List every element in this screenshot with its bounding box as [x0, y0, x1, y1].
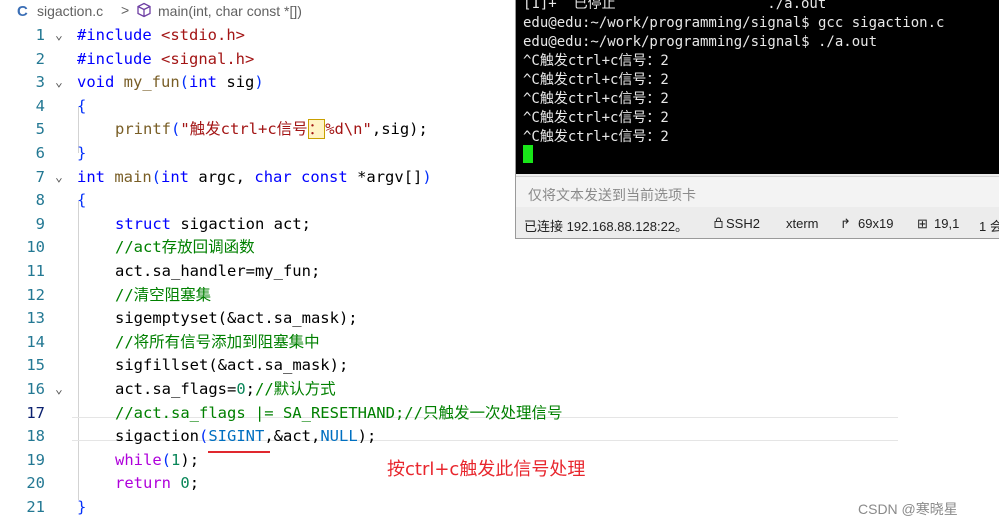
connection-status: 已连接 192.168.88.128:22。: [524, 219, 689, 234]
breadcrumb-file[interactable]: sigaction.c: [37, 3, 103, 19]
annotation-text: 按ctrl+c触发此信号处理: [387, 459, 586, 480]
code-comment: //act.sa_flags |= SA_RESETHAND;//只触发一次处理…: [115, 403, 563, 422]
terminal-screen[interactable]: [1]+ 已停止 ./a.out edu@edu:~/work/programm…: [516, 0, 999, 174]
terminal-line: ^C触发ctrl+c信号：2: [523, 110, 669, 126]
line-number: 11: [26, 262, 45, 280]
lock-icon: [714, 216, 723, 231]
code-line[interactable]: 21 }: [0, 496, 900, 520]
line-number: 8: [35, 191, 45, 210]
terminal-type: xterm: [786, 216, 819, 231]
code-line[interactable]: 15 sigfillset(&act.sa_mask);: [0, 354, 900, 378]
code-line[interactable]: 17 //act.sa_flags |= SA_RESETHAND;//只触发一…: [0, 402, 900, 426]
code-comment: //清空阻塞集: [115, 285, 212, 304]
line-number: 13: [26, 309, 45, 328]
protocol-label: SSH2: [726, 216, 760, 231]
line-number: 6: [35, 144, 45, 162]
include-header: <signal.h>: [161, 49, 255, 68]
function-name: my_fun: [123, 73, 180, 92]
line-number: 17: [26, 403, 45, 422]
code-line[interactable]: 14 //将所有信号添加到阻塞集中: [0, 331, 900, 355]
line-number: 12: [26, 285, 45, 304]
line-number: 16: [26, 380, 45, 398]
fold-chevron-icon[interactable]: ⌄: [55, 378, 63, 402]
terminal-line: edu@edu:~/work/programming/signal$ ./a.o…: [523, 34, 878, 50]
line-number: 10: [26, 238, 45, 257]
line-number: 9: [35, 214, 45, 233]
input-placeholder: 仅将文本发送到当前选项卡: [528, 188, 696, 204]
cursor-position-icon: ⊞: [917, 216, 928, 231]
code-line[interactable]: 10 //act存放回调函数: [0, 236, 900, 260]
terminal-window: [1]+ 已停止 ./a.out edu@edu:~/work/programm…: [515, 0, 999, 239]
fold-chevron-icon[interactable]: ⌄: [55, 71, 63, 95]
code-comment: //act存放回调函数: [115, 238, 255, 257]
preprocessor-directive: #include: [77, 26, 152, 44]
fold-chevron-icon[interactable]: ⌄: [55, 166, 63, 190]
preprocessor-directive: #include: [77, 49, 152, 68]
code-line[interactable]: 18 sigaction(SIGINT,&act,NULL);: [0, 425, 900, 449]
fold-chevron-icon[interactable]: ⌄: [55, 24, 63, 48]
macro-sigint: SIGINT: [208, 427, 265, 446]
line-number: 14: [26, 332, 45, 351]
terminal-line: ^C触发ctrl+c信号：2: [523, 72, 669, 88]
cursor-position: 19,1: [934, 216, 960, 231]
code-comment: //将所有信号添加到阻塞集中: [115, 332, 320, 351]
line-number: 21: [26, 498, 45, 516]
red-underline-annotation: [208, 451, 270, 453]
line-number: 1: [35, 26, 45, 44]
terminal-cursor: [523, 145, 533, 163]
terminal-line: ^C触发ctrl+c信号：2: [523, 53, 669, 69]
line-number: 15: [26, 356, 45, 375]
code-line[interactable]: 16 ⌄ act.sa_flags=0;//默认方式: [0, 378, 900, 402]
c-file-icon: C: [17, 3, 28, 20]
line-number: 4: [35, 96, 45, 115]
breadcrumb-symbol[interactable]: main(int, char const *[]): [158, 3, 302, 19]
chevron-right-icon: >: [121, 2, 130, 18]
cube-icon: [136, 2, 152, 21]
line-number: 19: [26, 450, 45, 469]
resize-icon: ↱: [840, 216, 851, 231]
highlighted-char: ：: [307, 119, 326, 140]
status-bar: 已连接 192.168.88.128:22。 SSH2 xterm ↱ 69x1…: [516, 207, 999, 238]
terminal-line: edu@edu:~/work/programming/signal$ gcc s…: [523, 15, 945, 31]
code-line[interactable]: 12 //清空阻塞集: [0, 284, 900, 308]
code-line[interactable]: 13 sigemptyset(&act.sa_mask);: [0, 307, 900, 331]
terminal-size: 69x19: [858, 216, 894, 231]
session-count: 1 会: [979, 219, 999, 234]
code-line[interactable]: 11 act.sa_handler=my_fun;: [0, 260, 900, 284]
terminal-line: ^C触发ctrl+c信号：2: [523, 129, 669, 145]
terminal-line: [1]+ 已停止 ./a.out: [523, 0, 827, 12]
line-number: 3: [35, 73, 45, 92]
line-number: 18: [26, 427, 45, 446]
function-name: main: [114, 167, 152, 186]
include-header: <stdio.h>: [161, 26, 245, 44]
line-number: 20: [26, 474, 45, 493]
line-number: 7: [35, 167, 45, 186]
send-to-tab-input[interactable]: 仅将文本发送到当前选项卡: [516, 176, 999, 207]
terminal-line: ^C触发ctrl+c信号：2: [523, 91, 669, 107]
watermark: CSDN @寒晓星: [858, 501, 958, 517]
line-number: 5: [35, 120, 45, 139]
line-number: 2: [35, 49, 45, 68]
